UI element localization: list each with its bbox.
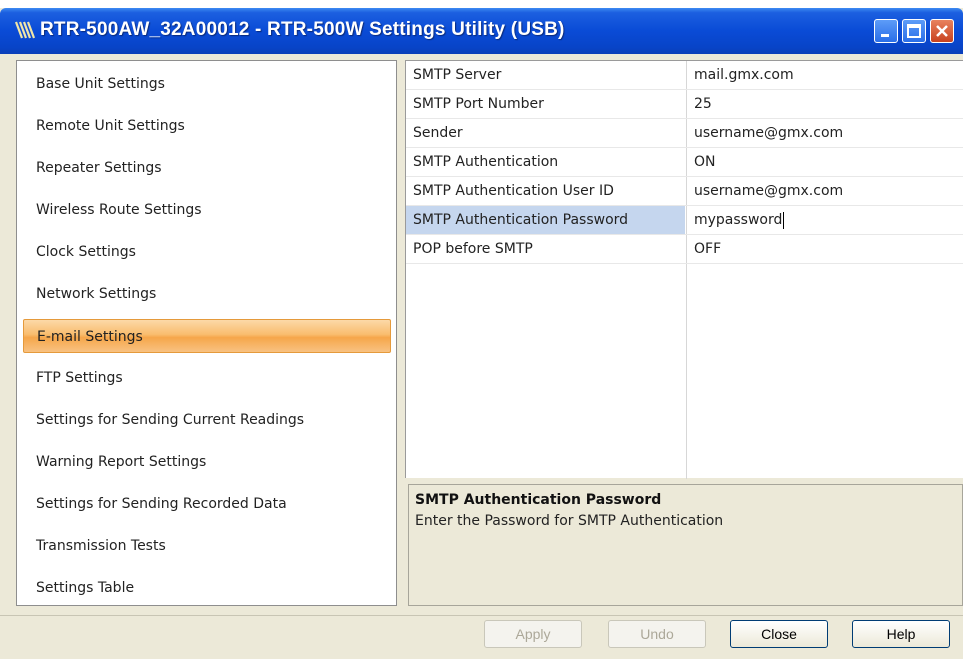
help-button[interactable]: Help [852, 620, 950, 648]
app-icon [14, 19, 36, 41]
table-row[interactable]: POP before SMTP OFF [406, 235, 963, 264]
table-row-selected[interactable]: SMTP Authentication Password mypassword [406, 206, 963, 235]
apply-button[interactable]: Apply [484, 620, 582, 648]
maximize-button[interactable] [902, 19, 926, 43]
sidebar-item-clock-settings[interactable]: Clock Settings [23, 235, 391, 269]
table-row[interactable]: SMTP Server mail.gmx.com [406, 61, 963, 90]
title-bar[interactable]: RTR-500AW_32A00012 - RTR-500W Settings U… [0, 8, 963, 54]
sidebar-item-warning-report-settings[interactable]: Warning Report Settings [23, 445, 391, 479]
password-input[interactable]: mypassword [687, 206, 963, 234]
window-title: RTR-500AW_32A00012 - RTR-500W Settings U… [40, 19, 565, 40]
description-text: Enter the Password for SMTP Authenticati… [415, 513, 724, 529]
sidebar-item-settings-table[interactable]: Settings Table [23, 571, 391, 605]
property-name: SMTP Authentication User ID [413, 183, 614, 199]
settings-window: RTR-500AW_32A00012 - RTR-500W Settings U… [0, 8, 963, 659]
undo-button[interactable]: Undo [608, 620, 706, 648]
sidebar-item-transmission-tests[interactable]: Transmission Tests [23, 529, 391, 563]
property-name: SMTP Server [413, 67, 502, 83]
sidebar-item-base-unit-settings[interactable]: Base Unit Settings [23, 67, 391, 101]
description-title: SMTP Authentication Password [415, 492, 662, 508]
table-row[interactable]: SMTP Authentication ON [406, 148, 963, 177]
table-row[interactable]: SMTP Port Number 25 [406, 90, 963, 119]
sidebar-item-wireless-route-settings[interactable]: Wireless Route Settings [23, 193, 391, 227]
property-value-field[interactable]: username@gmx.com [687, 119, 963, 147]
text-cursor [783, 211, 785, 229]
sidebar-item-ftp-settings[interactable]: FTP Settings [23, 361, 391, 395]
table-row[interactable]: SMTP Authentication User ID username@gmx… [406, 177, 963, 206]
settings-category-list[interactable]: Base Unit Settings Remote Unit Settings … [16, 60, 397, 606]
sidebar-item-recorded-data-settings[interactable]: Settings for Sending Recorded Data [23, 487, 391, 521]
property-value-field[interactable]: ON [687, 148, 963, 176]
close-button[interactable]: Close [730, 620, 828, 648]
property-value-field[interactable]: username@gmx.com [687, 177, 963, 205]
table-row[interactable]: Sender username@gmx.com [406, 119, 963, 148]
property-name: SMTP Authentication Password [406, 206, 685, 234]
description-panel: SMTP Authentication Password Enter the P… [408, 484, 963, 606]
maximize-icon [907, 24, 921, 38]
property-name: Sender [413, 125, 463, 141]
close-icon [936, 25, 948, 37]
property-value-field[interactable]: 25 [687, 90, 963, 118]
sidebar-item-current-readings-settings[interactable]: Settings for Sending Current Readings [23, 403, 391, 437]
property-value-field[interactable]: mail.gmx.com [687, 61, 963, 89]
minimize-button[interactable] [874, 19, 898, 43]
window-close-button[interactable] [930, 19, 954, 43]
property-value: mypassword [694, 212, 783, 228]
sidebar-item-email-settings[interactable]: E-mail Settings [23, 319, 391, 353]
sidebar-item-network-settings[interactable]: Network Settings [23, 277, 391, 311]
property-name: SMTP Authentication [413, 154, 559, 170]
property-value-field[interactable]: OFF [687, 235, 963, 263]
sidebar-item-remote-unit-settings[interactable]: Remote Unit Settings [23, 109, 391, 143]
property-name: SMTP Port Number [413, 96, 544, 112]
property-grid[interactable]: SMTP Server mail.gmx.com SMTP Port Numbe… [405, 60, 963, 479]
property-name: POP before SMTP [413, 241, 533, 257]
footer-divider [0, 615, 963, 616]
minimize-icon [881, 34, 889, 37]
sidebar-item-repeater-settings[interactable]: Repeater Settings [23, 151, 391, 185]
